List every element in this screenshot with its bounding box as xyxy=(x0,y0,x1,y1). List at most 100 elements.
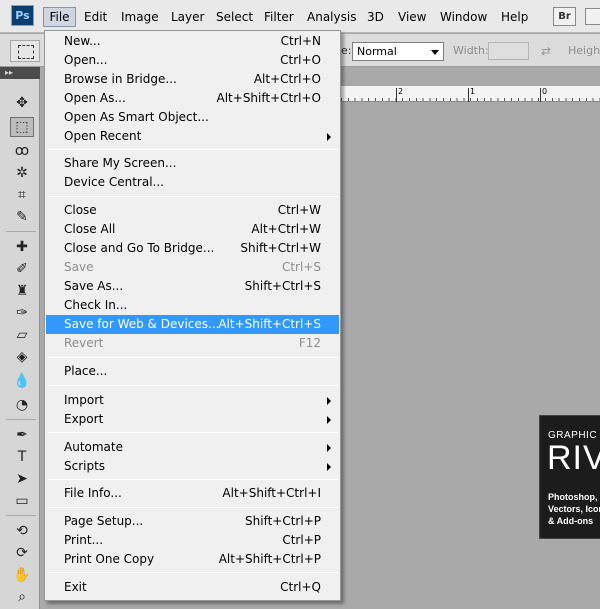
menu-item-label: Open As Smart Object... xyxy=(64,110,209,124)
menu-window[interactable]: Window xyxy=(440,7,487,27)
menu-item-page-setup[interactable]: Page Setup... Shift+Ctrl+P xyxy=(46,512,339,531)
submenu-arrow-icon xyxy=(327,416,331,424)
menu-item-check-in[interactable]: Check In... xyxy=(46,296,339,315)
lasso-tool-icon[interactable]: ꝏ xyxy=(10,141,34,161)
menu-item-device-central[interactable]: Device Central... xyxy=(46,173,339,192)
menu-item-export[interactable]: Export xyxy=(46,410,339,429)
tool-preset-picker[interactable] xyxy=(10,40,40,62)
menu-analysis[interactable]: Analysis xyxy=(307,7,356,27)
menu-item-import[interactable]: Import xyxy=(46,391,339,410)
banner-text: & Add-ons xyxy=(548,516,594,526)
ruler-label: 2 xyxy=(398,87,404,96)
menu-help[interactable]: Help xyxy=(501,7,528,27)
screen-mode-button[interactable] xyxy=(585,8,600,25)
healing-brush-tool-icon[interactable]: ✚ xyxy=(10,237,34,257)
menu-item-open[interactable]: Open... Ctrl+O xyxy=(46,51,339,70)
style-label: e: xyxy=(341,44,352,57)
history-brush-tool-icon[interactable]: ✑ xyxy=(10,303,34,323)
menu-item-file-info[interactable]: File Info... Alt+Shift+Ctrl+I xyxy=(46,484,339,503)
menu-item-share-my-screen[interactable]: Share My Screen... xyxy=(46,154,339,173)
menu-item-save-as[interactable]: Save As... Shift+Ctrl+S xyxy=(46,277,339,296)
menu-filter[interactable]: Filter xyxy=(264,7,294,27)
menu-item-open-as[interactable]: Open As... Alt+Shift+Ctrl+O xyxy=(46,89,339,108)
pen-tool-icon[interactable]: ✒ xyxy=(10,425,34,445)
collapse-icon: ▸▸ xyxy=(5,68,14,77)
menu-item-shortcut: Ctrl+N xyxy=(280,34,321,48)
type-tool-icon[interactable]: T xyxy=(10,447,34,467)
menu-item-label: Print One Copy xyxy=(64,552,155,566)
menu-item-browse-in-bridge[interactable]: Browse in Bridge... Alt+Ctrl+O xyxy=(46,70,339,89)
menu-item-print-one-copy[interactable]: Print One Copy Alt+Shift+Ctrl+P xyxy=(46,550,339,569)
dodge-tool-icon[interactable]: ◔ xyxy=(10,395,34,415)
swap-arrows-icon[interactable]: ⇄ xyxy=(541,45,551,57)
submenu-arrow-icon xyxy=(327,397,331,405)
submenu-arrow-icon xyxy=(327,444,331,452)
menu-item-shortcut: Alt+Shift+Ctrl+O xyxy=(216,91,321,105)
menu-item-place[interactable]: Place... xyxy=(46,362,339,381)
blur-tool-icon[interactable]: 💧 xyxy=(10,371,34,391)
3d-orbit-tool-icon[interactable]: ⟳ xyxy=(10,543,34,563)
menu-file[interactable]: File xyxy=(43,7,76,27)
menu-item-shortcut: Alt+Ctrl+O xyxy=(253,72,321,86)
menu-3d[interactable]: 3D xyxy=(367,7,384,27)
marquee-tool-icon[interactable]: ⬚ xyxy=(10,117,34,137)
menu-item-label: Export xyxy=(64,412,104,426)
menu-item-close[interactable]: Close Ctrl+W xyxy=(46,201,339,220)
menu-item-label: Save for Web & Devices... xyxy=(64,317,220,331)
bridge-button[interactable]: Br xyxy=(553,7,576,26)
menu-item-save-for-web[interactable]: Save for Web & Devices... Alt+Shift+Ctrl… xyxy=(46,315,339,334)
menu-view[interactable]: View xyxy=(398,7,426,27)
menu-item-close-all[interactable]: Close All Alt+Ctrl+W xyxy=(46,220,339,239)
menu-item-new[interactable]: New... Ctrl+N xyxy=(46,32,339,51)
submenu-arrow-icon xyxy=(327,463,331,471)
menu-item-shortcut: Ctrl+O xyxy=(280,53,321,67)
zoom-tool-icon[interactable]: ⌕ xyxy=(10,587,34,607)
menu-select[interactable]: Select xyxy=(216,7,253,27)
eraser-tool-icon[interactable]: ▱ xyxy=(10,325,34,345)
eyedropper-tool-icon[interactable]: ✎ xyxy=(10,207,34,227)
submenu-arrow-icon xyxy=(327,133,331,141)
menu-edit[interactable]: Edit xyxy=(84,7,107,27)
move-tool-icon[interactable]: ✥ xyxy=(10,93,34,113)
tools-panel-header[interactable]: ▸▸ xyxy=(0,67,40,79)
photoshop-logo[interactable]: Ps xyxy=(11,5,34,26)
tools-divider xyxy=(6,231,36,232)
menu-separator xyxy=(48,432,338,433)
menu-image[interactable]: Image xyxy=(121,7,159,27)
menu-bar: Ps File Edit Image Layer Select Filter A… xyxy=(0,0,600,33)
menu-item-shortcut: Alt+Shift+Ctrl+P xyxy=(218,552,321,566)
menu-item-label: Save xyxy=(64,260,94,274)
menu-item-scripts[interactable]: Scripts xyxy=(46,457,339,476)
menu-item-label: Exit xyxy=(64,580,87,594)
file-menu-dropdown: New... Ctrl+N Open... Ctrl+O Browse in B… xyxy=(44,30,341,601)
menu-item-automate[interactable]: Automate xyxy=(46,438,339,457)
menu-item-shortcut: Alt+Shift+Ctrl+S xyxy=(218,317,321,331)
magic-wand-tool-icon[interactable]: ✲ xyxy=(10,163,34,183)
menu-item-shortcut: Shift+Ctrl+S xyxy=(244,279,321,293)
menu-item-print[interactable]: Print... Ctrl+P xyxy=(46,531,339,550)
crop-tool-icon[interactable]: ⌗ xyxy=(10,185,34,205)
brush-tool-icon[interactable]: ✐ xyxy=(10,259,34,279)
menu-item-shortcut: Shift+Ctrl+W xyxy=(240,241,321,255)
menu-item-label: Device Central... xyxy=(64,175,164,189)
menu-layer[interactable]: Layer xyxy=(171,7,204,27)
path-selection-tool-icon[interactable]: ➤ xyxy=(10,469,34,489)
menu-item-open-as-smart-object[interactable]: Open As Smart Object... xyxy=(46,108,339,127)
menu-separator xyxy=(48,479,338,480)
menu-item-exit[interactable]: Exit Ctrl+Q xyxy=(46,578,339,597)
menu-item-close-and-go-to-bridge[interactable]: Close and Go To Bridge... Shift+Ctrl+W xyxy=(46,239,339,258)
menu-separator xyxy=(48,357,338,358)
clone-stamp-tool-icon[interactable]: ♜ xyxy=(10,281,34,301)
width-input[interactable] xyxy=(488,42,529,60)
menu-item-open-recent[interactable]: Open Recent xyxy=(46,127,339,146)
style-dropdown[interactable]: Normal xyxy=(352,42,444,61)
paint-bucket-tool-icon[interactable]: ◈ xyxy=(10,347,34,367)
menu-item-label: Browse in Bridge... xyxy=(64,72,177,86)
menu-item-label: Save As... xyxy=(64,279,124,293)
3d-rotate-tool-icon[interactable]: ⟲ xyxy=(10,521,34,541)
hand-tool-icon[interactable]: ✋ xyxy=(10,565,34,585)
chevron-down-icon xyxy=(431,50,439,55)
rectangle-tool-icon[interactable]: ▭ xyxy=(10,491,34,511)
menu-item-shortcut: Shift+Ctrl+P xyxy=(245,514,321,528)
tools-divider xyxy=(6,419,36,420)
